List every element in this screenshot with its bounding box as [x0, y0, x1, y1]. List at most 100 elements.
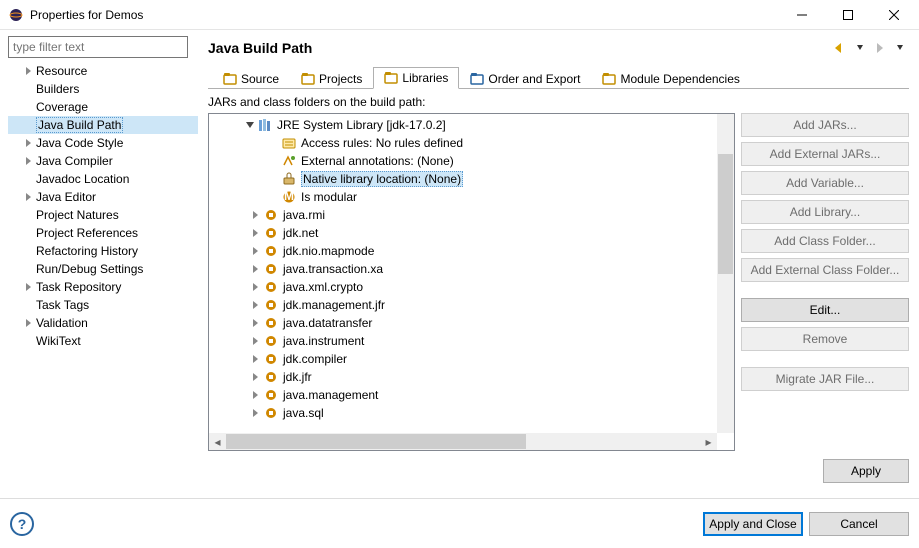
sidebar-item[interactable]: Task Tags: [8, 296, 198, 314]
tab-label: Order and Export: [488, 72, 580, 86]
sidebar-item[interactable]: Coverage: [8, 98, 198, 116]
module-item[interactable]: jdk.jfr: [209, 368, 734, 386]
sidebar-item[interactable]: Java Compiler: [8, 152, 198, 170]
title-bar: Properties for Demos: [0, 0, 919, 30]
chevron-right-icon[interactable]: [249, 319, 263, 327]
lib-meta-item[interactable]: Access rules: No rules defined: [209, 134, 734, 152]
module-item[interactable]: jdk.compiler: [209, 350, 734, 368]
sidebar-item[interactable]: Java Editor: [8, 188, 198, 206]
apply-and-close-button[interactable]: Apply and Close: [703, 512, 803, 536]
sidebar-item-label: Validation: [36, 316, 88, 330]
sidebar-item[interactable]: Project Natures: [8, 206, 198, 224]
eclipse-icon: [8, 7, 24, 23]
horizontal-scrollbar[interactable]: ◂ ▸: [209, 433, 717, 450]
module-item-label: jdk.jfr: [283, 370, 312, 384]
sidebar-item[interactable]: Refactoring History: [8, 242, 198, 260]
module-icon: [263, 369, 279, 385]
maximize-button[interactable]: [825, 0, 871, 29]
nav-forward-menu-icon[interactable]: [891, 39, 909, 57]
chevron-right-icon[interactable]: [249, 265, 263, 273]
chevron-right-icon[interactable]: [22, 157, 36, 165]
chevron-right-icon[interactable]: [249, 355, 263, 363]
close-button[interactable]: [871, 0, 917, 29]
sidebar-item[interactable]: Builders: [8, 80, 198, 98]
chevron-right-icon[interactable]: [249, 283, 263, 291]
module-icon: [263, 279, 279, 295]
module-icon: [263, 225, 279, 241]
libraries-tree[interactable]: JRE System Library [jdk-17.0.2] Access ru…: [209, 114, 734, 450]
page-title: Java Build Path: [208, 40, 831, 56]
chevron-right-icon[interactable]: [22, 67, 36, 75]
module-item[interactable]: java.datatransfer: [209, 314, 734, 332]
module-item[interactable]: jdk.net: [209, 224, 734, 242]
chevron-right-icon[interactable]: [249, 229, 263, 237]
sidebar-item[interactable]: Validation: [8, 314, 198, 332]
sidebar-item[interactable]: Java Code Style: [8, 134, 198, 152]
sidebar-item[interactable]: Java Build Path: [8, 116, 198, 134]
sidebar-item[interactable]: WikiText: [8, 332, 198, 350]
sidebar-item[interactable]: Project References: [8, 224, 198, 242]
vertical-scrollbar[interactable]: [717, 114, 734, 433]
module-item-label: jdk.net: [283, 226, 318, 240]
module-item[interactable]: java.rmi: [209, 206, 734, 224]
sidebar-item-label: Builders: [36, 82, 79, 96]
window-title: Properties for Demos: [30, 8, 779, 22]
lib-meta-item[interactable]: MIs modular: [209, 188, 734, 206]
module-icon: [263, 315, 279, 331]
module-item[interactable]: java.instrument: [209, 332, 734, 350]
apply-button[interactable]: Apply: [823, 459, 909, 483]
nav-back-icon[interactable]: [831, 39, 849, 57]
chevron-right-icon[interactable]: [249, 247, 263, 255]
chevron-right-icon[interactable]: [22, 283, 36, 291]
chevron-down-icon[interactable]: [243, 121, 257, 129]
chevron-right-icon[interactable]: [22, 193, 36, 201]
tabs-bar: SourceProjectsLibraries Order and Export M…: [208, 66, 909, 89]
tab-source[interactable]: Source: [212, 68, 290, 89]
chevron-right-icon[interactable]: [249, 337, 263, 345]
tab-projects[interactable]: Projects: [290, 68, 373, 89]
chevron-right-icon[interactable]: [249, 301, 263, 309]
dialog-footer: ? Apply and Close Cancel: [0, 498, 919, 548]
help-icon[interactable]: ?: [10, 512, 34, 536]
access-icon: [281, 135, 297, 151]
scroll-right-icon[interactable]: ▸: [700, 433, 717, 450]
module-item[interactable]: java.transaction.xa: [209, 260, 734, 278]
sidebar-item[interactable]: Run/Debug Settings: [8, 260, 198, 278]
module-item[interactable]: jdk.nio.mapmode: [209, 242, 734, 260]
nav-forward-icon[interactable]: [871, 39, 889, 57]
category-tree[interactable]: ResourceBuildersCoverageJava Build PathJ…: [8, 62, 198, 350]
scroll-left-icon[interactable]: ◂: [209, 433, 226, 450]
chevron-right-icon[interactable]: [249, 373, 263, 381]
chevron-right-icon[interactable]: [22, 319, 36, 327]
sidebar-item[interactable]: Resource: [8, 62, 198, 80]
module-item[interactable]: java.xml.crypto: [209, 278, 734, 296]
module-item[interactable]: java.sql: [209, 404, 734, 422]
chevron-right-icon[interactable]: [22, 139, 36, 147]
jre-system-library-label: JRE System Library [jdk-17.0.2]: [277, 118, 446, 132]
sidebar-item[interactable]: Javadoc Location: [8, 170, 198, 188]
module-icon: [263, 243, 279, 259]
cancel-button[interactable]: Cancel: [809, 512, 909, 536]
remove-button: Remove: [741, 327, 909, 351]
sidebar-item-label: Task Tags: [36, 298, 89, 312]
module-item[interactable]: jdk.management.jfr: [209, 296, 734, 314]
modular-icon: M: [281, 189, 297, 205]
tab-libraries[interactable]: Libraries: [373, 67, 459, 89]
filter-input[interactable]: [8, 36, 188, 58]
module-icon: [263, 351, 279, 367]
lib-meta-item[interactable]: Native library location: (None): [209, 170, 734, 188]
edit-button[interactable]: Edit...: [741, 298, 909, 322]
module-item-label: jdk.nio.mapmode: [283, 244, 374, 258]
nav-back-menu-icon[interactable]: [851, 39, 869, 57]
chevron-right-icon[interactable]: [249, 211, 263, 219]
tab-module-dependencies[interactable]: Module Dependencies: [591, 68, 750, 89]
tab-order-and-export[interactable]: Order and Export: [459, 68, 591, 89]
module-item[interactable]: java.management: [209, 386, 734, 404]
minimize-button[interactable]: [779, 0, 825, 29]
add-jars-button: Add JARs...: [741, 113, 909, 137]
jre-system-library[interactable]: JRE System Library [jdk-17.0.2]: [209, 116, 734, 134]
lib-meta-item[interactable]: External annotations: (None): [209, 152, 734, 170]
chevron-right-icon[interactable]: [249, 391, 263, 399]
sidebar-item[interactable]: Task Repository: [8, 278, 198, 296]
chevron-right-icon[interactable]: [249, 409, 263, 417]
